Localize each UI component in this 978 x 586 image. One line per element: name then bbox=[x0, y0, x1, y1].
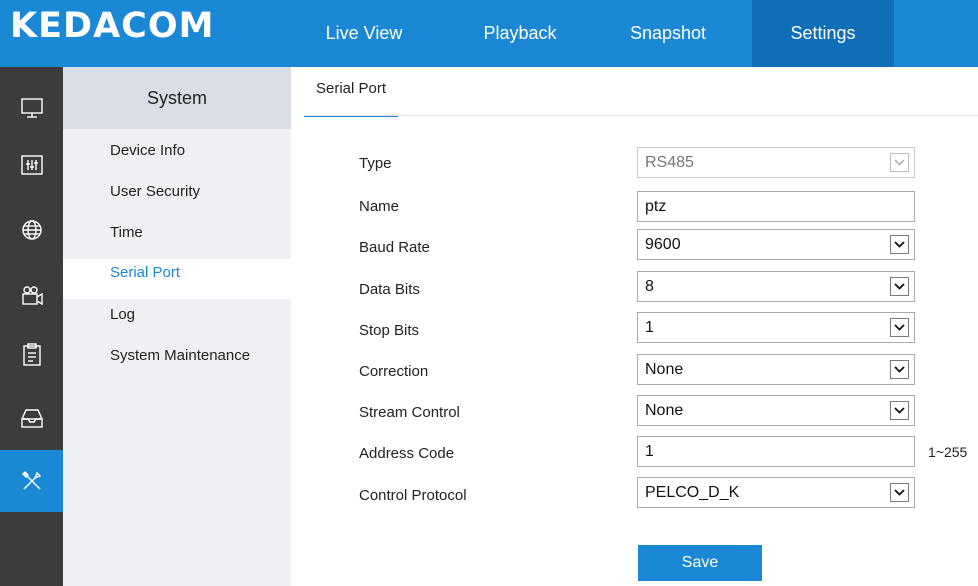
baud-rate-select[interactable]: 9600 bbox=[637, 229, 915, 260]
tab-serial-port[interactable]: Serial Port bbox=[304, 67, 399, 117]
stop-bits-label: Stop Bits bbox=[359, 322, 420, 339]
sliders-icon bbox=[20, 155, 43, 175]
chevron-down-icon bbox=[890, 401, 909, 420]
save-button[interactable]: Save bbox=[638, 545, 762, 581]
menu-item-time[interactable]: Time bbox=[63, 219, 291, 259]
stream-control-value: None bbox=[645, 402, 684, 419]
sidebar-icon-display[interactable] bbox=[0, 77, 63, 139]
monitor-icon bbox=[20, 98, 43, 118]
address-code-range: 1~255 bbox=[928, 444, 968, 460]
type-select: RS485 bbox=[637, 147, 915, 178]
control-protocol-value: PELCO_D_K bbox=[645, 484, 740, 501]
clipboard-icon bbox=[22, 343, 41, 366]
stop-bits-select[interactable]: 1 bbox=[637, 312, 915, 343]
menu-item-device-info[interactable]: Device Info bbox=[63, 137, 291, 177]
nav-playback[interactable]: Playback bbox=[458, 0, 582, 67]
data-bits-select[interactable]: 8 bbox=[637, 271, 915, 302]
icon-sidebar bbox=[0, 67, 63, 586]
camera-icon bbox=[21, 286, 43, 306]
storage-icon bbox=[20, 409, 43, 428]
sidebar-icon-video[interactable] bbox=[0, 264, 63, 326]
data-bits-value: 8 bbox=[645, 278, 654, 295]
nav-settings[interactable]: Settings bbox=[752, 0, 894, 67]
control-protocol-select[interactable]: PELCO_D_K bbox=[637, 477, 915, 508]
sidebar-icon-storage[interactable] bbox=[0, 387, 63, 449]
sidebar-icon-system[interactable] bbox=[0, 450, 63, 512]
stream-control-label: Stream Control bbox=[359, 404, 460, 421]
correction-value: None bbox=[645, 361, 684, 378]
top-bar: KEDACOM Live View Playback Snapshot Sett… bbox=[0, 0, 978, 67]
chevron-down-icon bbox=[890, 277, 909, 296]
address-code-label: Address Code bbox=[359, 445, 455, 462]
sidebar-icon-network[interactable] bbox=[0, 199, 63, 261]
tab-divider bbox=[304, 115, 978, 116]
menu-item-log[interactable]: Log bbox=[63, 301, 291, 341]
tools-icon bbox=[21, 471, 41, 490]
stream-control-select[interactable]: None bbox=[637, 395, 915, 426]
chevron-down-icon bbox=[890, 318, 909, 337]
menu-item-serial-port[interactable]: Serial Port bbox=[63, 259, 291, 299]
correction-select[interactable]: None bbox=[637, 354, 915, 385]
chevron-down-icon bbox=[890, 360, 909, 379]
chevron-down-icon bbox=[890, 235, 909, 254]
baud-rate-label: Baud Rate bbox=[359, 239, 430, 256]
sidebar-icon-event[interactable] bbox=[0, 324, 63, 386]
type-value: RS485 bbox=[645, 154, 694, 171]
baud-rate-value: 9600 bbox=[645, 236, 681, 253]
address-code-value: 1 bbox=[645, 443, 654, 460]
settings-menu: System Device Info User Security Time Se… bbox=[63, 67, 291, 586]
menu-item-user-security[interactable]: User Security bbox=[63, 178, 291, 218]
name-value: ptz bbox=[645, 198, 667, 215]
sidebar-icon-image[interactable] bbox=[0, 134, 63, 196]
chevron-down-icon bbox=[890, 483, 909, 502]
menu-item-system-maintenance[interactable]: System Maintenance bbox=[63, 342, 291, 382]
name-input[interactable]: ptz bbox=[637, 191, 915, 222]
data-bits-label: Data Bits bbox=[359, 281, 420, 298]
address-code-input[interactable]: 1 bbox=[637, 436, 915, 467]
name-label: Name bbox=[359, 198, 400, 215]
type-label: Type bbox=[359, 155, 392, 172]
control-protocol-label: Control Protocol bbox=[359, 487, 467, 504]
menu-header-system[interactable]: System bbox=[63, 67, 291, 129]
stop-bits-value: 1 bbox=[645, 319, 654, 336]
correction-label: Correction bbox=[359, 363, 429, 380]
chevron-down-icon bbox=[890, 153, 909, 172]
nav-snapshot[interactable]: Snapshot bbox=[606, 0, 730, 67]
globe-icon bbox=[21, 220, 42, 240]
brand-logo: KEDACOM bbox=[10, 6, 215, 46]
nav-live-view[interactable]: Live View bbox=[302, 0, 426, 67]
